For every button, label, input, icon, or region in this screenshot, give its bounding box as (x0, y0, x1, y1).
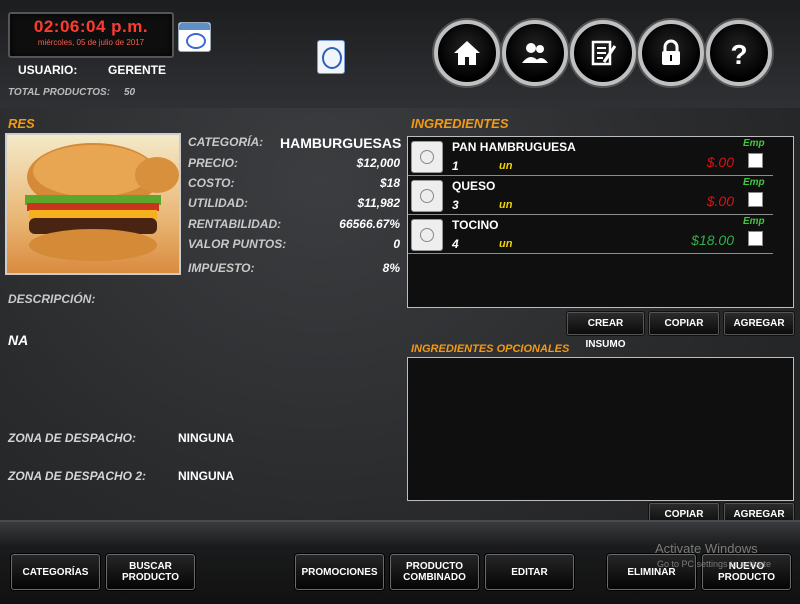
ingredient-unit: un (499, 199, 513, 211)
user-label: USUARIO: (18, 63, 78, 77)
ingredient-unit: un (499, 238, 513, 250)
valor-puntos-value: 0 (393, 237, 400, 251)
clock-time: 02:06:04 p.m. (33, 17, 149, 36)
help-icon: ? (730, 39, 747, 68)
ingredientes-list[interactable]: PAN HAMBRUGUESA 1 un $.00 Emp QUESO 3 un… (407, 136, 794, 308)
ingredient-thumbnail (411, 141, 443, 173)
ingredient-unit: un (499, 160, 513, 172)
ingredient-qty: 1 (452, 159, 459, 173)
lock-icon (662, 39, 680, 65)
ingredient-name: PAN HAMBRUGUESA (452, 140, 576, 154)
costo-label: COSTO: (188, 176, 235, 190)
impuesto-label: IMPUESTO: (188, 261, 255, 275)
ingredient-qty: 4 (452, 237, 459, 251)
home-icon (454, 41, 480, 65)
editar-button[interactable]: EDITAR (485, 554, 574, 590)
descripcion-label: DESCRIPCIÓN: (8, 292, 96, 306)
ingredient-price: $.00 (706, 154, 734, 170)
zona-despacho-2-value: NINGUNA (178, 469, 234, 483)
fingerprint-icon[interactable] (317, 40, 345, 74)
ingredientes-opcionales-list[interactable] (407, 357, 794, 501)
clock-date: miércoles, 05 de julio de 2017 (37, 38, 145, 47)
product-name: RES (8, 116, 35, 131)
ingredient-name: TOCINO (452, 218, 499, 232)
promociones-button[interactable]: PROMOCIONES (295, 554, 384, 590)
zona-despacho-label: ZONA DE DESPACHO: (8, 431, 137, 445)
precio-label: PRECIO: (188, 156, 239, 170)
user-value: GERENTE (108, 63, 167, 77)
impuesto-value: 8% (382, 261, 400, 275)
list-item[interactable]: PAN HAMBRUGUESA 1 un $.00 Emp (408, 137, 773, 176)
ingredientes-title: INGREDIENTES (411, 116, 509, 131)
descripcion-value: NA (8, 332, 29, 348)
notes-button[interactable] (570, 20, 636, 86)
precio-value: $12,000 (356, 156, 400, 170)
crear-insumo-button[interactable]: CREAR INSUMO (567, 312, 644, 350)
ingredient-thumbnail (411, 219, 443, 251)
home-button[interactable] (434, 20, 500, 86)
costo-value: $18 (379, 176, 400, 190)
ingredient-qty: 3 (452, 198, 459, 212)
activate-windows-watermark: Activate Windows (655, 541, 758, 556)
categoria-label: CATEGORÍA: (188, 135, 264, 149)
rentabilidad-value: 66566.67% (339, 217, 400, 231)
users-button[interactable] (502, 20, 568, 86)
categorias-button[interactable]: CATEGORÍAS (11, 554, 100, 590)
total-products-label: TOTAL PRODUCTOS: (8, 87, 111, 98)
notes-icon (591, 40, 617, 66)
users-icon (522, 43, 548, 63)
emp-checkbox[interactable] (748, 153, 763, 168)
emp-checkbox[interactable] (748, 231, 763, 246)
lock-button[interactable] (638, 20, 704, 86)
ingredient-price: $.00 (706, 193, 734, 209)
zona-despacho-value: NINGUNA (178, 431, 234, 445)
svg-text:?: ? (730, 39, 747, 68)
ingredient-name: QUESO (452, 179, 496, 193)
clock-display: 02:06:04 p.m. miércoles, 05 de julio de … (8, 12, 174, 58)
utilidad-value: $11,982 (357, 196, 401, 210)
list-item[interactable]: QUESO 3 un $.00 Emp (408, 176, 773, 215)
activate-windows-subtext: Go to PC settings to activate (657, 559, 772, 569)
buscar-producto-button[interactable]: BUSCAR PRODUCTO (106, 554, 195, 590)
total-products-value: 50 (124, 87, 136, 98)
calendar-icon[interactable] (178, 22, 211, 52)
emp-checkbox[interactable] (748, 192, 763, 207)
categoria-value: HAMBURGUESAS (280, 135, 402, 151)
emp-label: Emp (743, 216, 765, 227)
emp-label: Emp (743, 138, 765, 149)
help-button[interactable]: ? (706, 20, 772, 86)
emp-label: Emp (743, 177, 765, 188)
zona-despacho-2-label: ZONA DE DESPACHO 2: (8, 469, 147, 483)
producto-combinado-button[interactable]: PRODUCTO COMBINADO (390, 554, 479, 590)
ingredient-price: $18.00 (691, 232, 734, 248)
utilidad-label: UTILIDAD: (188, 196, 248, 210)
ingredient-thumbnail (411, 180, 443, 212)
ingredientes-opcionales-title: INGREDIENTES OPCIONALES (411, 343, 570, 355)
copiar-ingredientes-button[interactable]: COPIAR (649, 312, 719, 335)
agregar-ingredientes-button[interactable]: AGREGAR (724, 312, 794, 335)
list-item[interactable]: TOCINO 4 un $18.00 Emp (408, 215, 773, 254)
product-image (5, 133, 181, 275)
